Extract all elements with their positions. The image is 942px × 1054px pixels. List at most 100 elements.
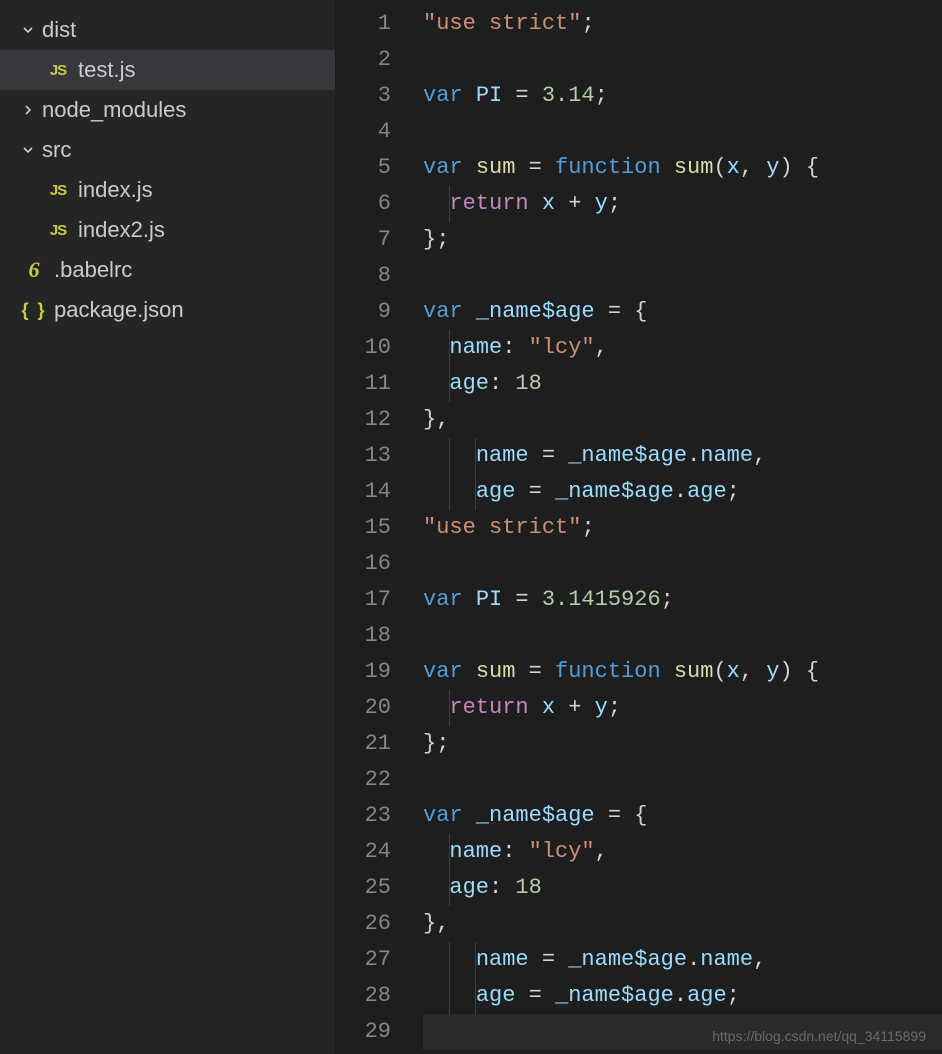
indent-guide xyxy=(449,330,450,366)
code-line-text: var sum = function sum(x, y) { xyxy=(423,659,819,684)
code-line[interactable]: var _name$age = { xyxy=(423,294,942,330)
line-number: 7 xyxy=(335,222,391,258)
line-number: 4 xyxy=(335,114,391,150)
code-line[interactable] xyxy=(423,42,942,78)
line-number: 11 xyxy=(335,366,391,402)
file-item[interactable]: JSindex.js xyxy=(0,170,335,210)
indent-guide xyxy=(449,942,450,978)
code-line[interactable]: name = _name$age.name, xyxy=(423,942,942,978)
chevron-right-icon[interactable] xyxy=(20,102,36,118)
code-line[interactable] xyxy=(423,762,942,798)
code-line[interactable]: "use strict"; xyxy=(423,6,942,42)
indent-guide xyxy=(449,474,450,510)
code-line[interactable]: age = _name$age.age; xyxy=(423,474,942,510)
code-line-text: }, xyxy=(423,407,449,432)
code-line[interactable]: return x + y; xyxy=(423,690,942,726)
file-item[interactable]: JS test.js xyxy=(0,50,335,90)
code-line[interactable] xyxy=(423,258,942,294)
code-line-text: var _name$age = { xyxy=(423,803,647,828)
code-line[interactable]: }, xyxy=(423,906,942,942)
code-line[interactable]: "use strict"; xyxy=(423,510,942,546)
code-line[interactable]: var sum = function sum(x, y) { xyxy=(423,654,942,690)
line-number: 27 xyxy=(335,942,391,978)
js-file-icon: JS xyxy=(44,222,72,239)
line-number: 16 xyxy=(335,546,391,582)
code-line-text: "use strict"; xyxy=(423,515,595,540)
tree-item-label: src xyxy=(42,137,71,163)
line-number-gutter: 1234567891011121314151617181920212223242… xyxy=(335,0,423,1054)
code-line-text: var PI = 3.1415926; xyxy=(423,587,674,612)
line-number: 10 xyxy=(335,330,391,366)
indent-guide xyxy=(449,438,450,474)
code-line-text: name: "lcy", xyxy=(423,839,608,864)
code-line-text: var PI = 3.14; xyxy=(423,83,608,108)
code-line-text: name: "lcy", xyxy=(423,335,608,360)
code-editor[interactable]: 1234567891011121314151617181920212223242… xyxy=(335,0,942,1054)
line-number: 29 xyxy=(335,1014,391,1050)
watermark-text: https://blog.csdn.net/qq_34115899 xyxy=(712,1028,926,1044)
tree-item-label: test.js xyxy=(78,57,135,83)
line-number: 20 xyxy=(335,690,391,726)
indent-guide xyxy=(475,474,476,510)
folder-item[interactable]: node_modules xyxy=(0,90,335,130)
code-line[interactable]: name: "lcy", xyxy=(423,330,942,366)
chevron-down-icon[interactable] xyxy=(20,142,36,158)
code-line[interactable]: name = _name$age.name, xyxy=(423,438,942,474)
line-number: 22 xyxy=(335,762,391,798)
file-item[interactable]: 6.babelrc xyxy=(0,250,335,290)
code-line-text: age = _name$age.age; xyxy=(423,479,740,504)
file-item[interactable]: JS index2.js xyxy=(0,210,335,250)
tree-item-label: dist xyxy=(42,17,76,43)
line-number: 19 xyxy=(335,654,391,690)
code-line-text: return x + y; xyxy=(423,695,621,720)
code-line[interactable]: }, xyxy=(423,402,942,438)
line-number: 12 xyxy=(335,402,391,438)
file-explorer[interactable]: distJStest.jsnode_modulessrcJSindex.jsJS… xyxy=(0,0,335,1054)
line-number: 15 xyxy=(335,510,391,546)
indent-guide xyxy=(449,870,450,906)
code-line-text: }, xyxy=(423,911,449,936)
code-line[interactable] xyxy=(423,618,942,654)
code-line[interactable]: var sum = function sum(x, y) { xyxy=(423,150,942,186)
tree-item-label: node_modules xyxy=(42,97,186,123)
tree-item-label: package.json xyxy=(54,297,184,323)
code-line-text: age: 18 xyxy=(423,371,542,396)
code-line[interactable]: age: 18 xyxy=(423,366,942,402)
code-line[interactable]: var PI = 3.14; xyxy=(423,78,942,114)
chevron-down-icon[interactable] xyxy=(20,22,36,38)
code-line[interactable]: name: "lcy", xyxy=(423,834,942,870)
line-number: 18 xyxy=(335,618,391,654)
line-number: 3 xyxy=(335,78,391,114)
js-file-icon: JS xyxy=(44,62,72,79)
line-number: 28 xyxy=(335,978,391,1014)
folder-item[interactable]: dist xyxy=(0,10,335,50)
code-line[interactable]: age = _name$age.age; xyxy=(423,978,942,1014)
code-line[interactable] xyxy=(423,114,942,150)
code-line[interactable]: }; xyxy=(423,222,942,258)
code-line[interactable]: }; xyxy=(423,726,942,762)
code-line[interactable]: age: 18 xyxy=(423,870,942,906)
indent-guide xyxy=(449,978,450,1014)
line-number: 24 xyxy=(335,834,391,870)
code-line[interactable]: return x + y; xyxy=(423,186,942,222)
indent-guide xyxy=(475,942,476,978)
line-number: 14 xyxy=(335,474,391,510)
line-number: 21 xyxy=(335,726,391,762)
code-line[interactable]: var PI = 3.1415926; xyxy=(423,582,942,618)
code-line-text: }; xyxy=(423,227,449,252)
code-line-text: var _name$age = { xyxy=(423,299,647,324)
code-line[interactable] xyxy=(423,546,942,582)
babel-file-icon: 6 xyxy=(20,257,48,283)
indent-guide xyxy=(475,978,476,1014)
line-number: 25 xyxy=(335,870,391,906)
line-number: 1 xyxy=(335,6,391,42)
line-number: 23 xyxy=(335,798,391,834)
folder-item[interactable]: src xyxy=(0,130,335,170)
code-content[interactable]: "use strict"; var PI = 3.14; var sum = fun… xyxy=(423,0,942,1054)
tree-item-label: index2.js xyxy=(78,217,165,243)
indent-guide xyxy=(475,438,476,474)
js-file-icon: JS xyxy=(44,182,72,199)
code-line[interactable]: var _name$age = { xyxy=(423,798,942,834)
indent-guide xyxy=(449,834,450,870)
file-item[interactable]: { }package.json xyxy=(0,290,335,330)
